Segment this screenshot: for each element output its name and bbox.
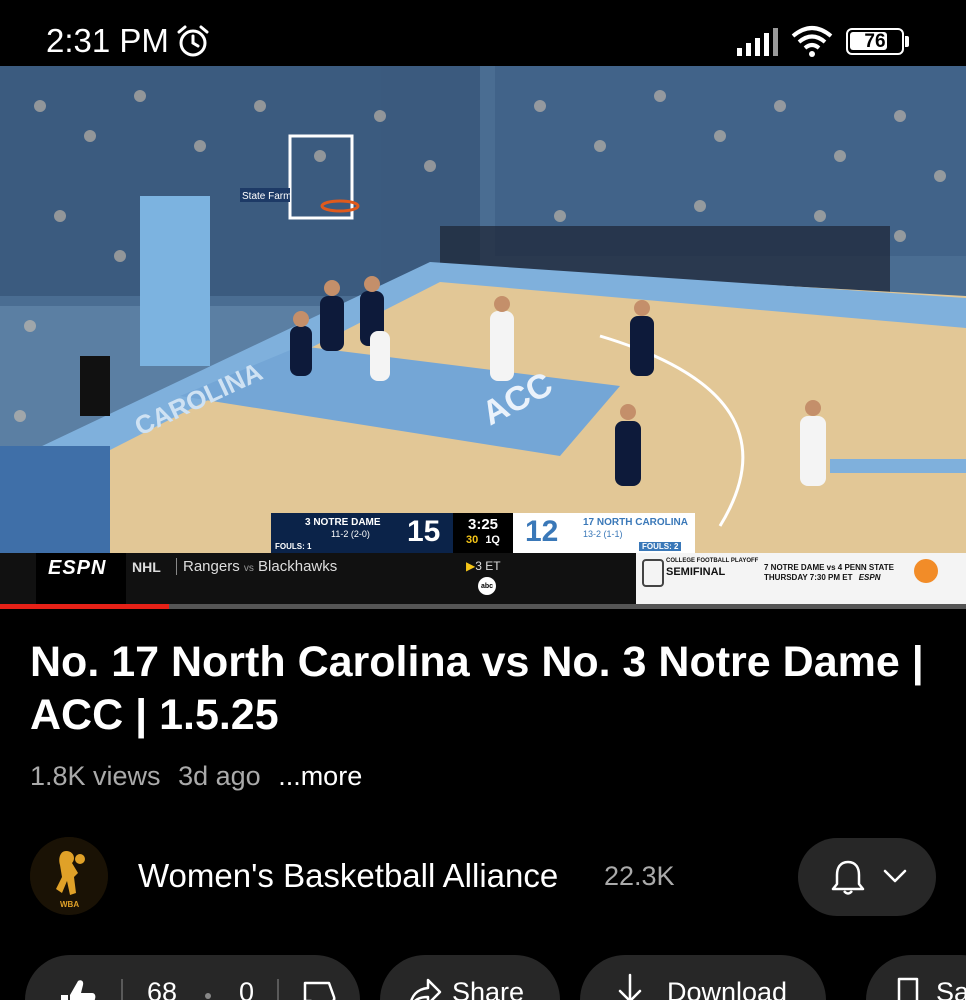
share-label: Share (452, 977, 525, 1000)
avatar-text: WBA (60, 900, 79, 909)
promo-time: THURSDAY 7:30 PM ET ESPN (764, 573, 881, 582)
game-clock: 3:25 (467, 516, 499, 533)
ticker-team1: Rangers (183, 558, 240, 575)
bowl-logo (914, 559, 938, 583)
wifi-icon (791, 26, 833, 57)
like-dislike-group: 68 0 (25, 955, 360, 1000)
ticker: ESPN NHL Rangers vs Blackhawks ▶3 ET abc… (0, 553, 966, 604)
ticker-status: ▶3 ET (466, 559, 501, 573)
video-player[interactable]: CAROLINA ACC State Farm 3 NOTRE DAME 11-… (0, 66, 966, 608)
basketball-player-icon: WBA (30, 837, 108, 915)
progress-fill (0, 604, 170, 609)
bell-icon (831, 860, 865, 895)
save-button[interactable]: Sa (866, 955, 966, 1000)
save-label: Sa (936, 977, 966, 1000)
alarm-icon (177, 25, 209, 57)
subscriber-count: 22.3K (604, 861, 675, 891)
scorebug-team1: 3 NOTRE DAME 11-2 (2-0) FOULS: 1 15 (271, 513, 453, 553)
team2-score: 12 (525, 515, 559, 548)
ticker-league: NHL (132, 559, 161, 575)
dislike-count[interactable]: 0 (239, 977, 254, 1000)
dot-separator (205, 993, 211, 999)
like-count[interactable]: 68 (147, 977, 177, 1000)
battery-level: 76 (864, 30, 886, 52)
status-time: 2:31 PM (46, 22, 169, 59)
channel-avatar[interactable]: WBA (30, 837, 108, 915)
battery-icon: 76 (846, 28, 904, 55)
progress-bar[interactable] (0, 604, 966, 609)
like-divider (121, 979, 123, 1000)
ticker-vs: vs (243, 563, 254, 574)
espn-logo: ESPN (36, 553, 126, 604)
team1-name: 3 NOTRE DAME (305, 517, 381, 528)
thumbs-down-icon[interactable] (303, 979, 337, 1000)
battery-nub (905, 36, 909, 47)
download-button[interactable]: Download (580, 955, 826, 1000)
upload-age: 3d ago (178, 761, 261, 791)
ticker-game: Rangers vs Blackhawks (176, 558, 337, 575)
thumbs-up-icon[interactable] (59, 977, 97, 1000)
shot-clock: 30 (466, 534, 479, 546)
promo-game: 7 NOTRE DAME vs 4 PENN STATE (764, 563, 894, 572)
team2-name: 17 NORTH CAROLINA (583, 517, 689, 528)
abc-logo: abc (478, 577, 496, 595)
save-icon (897, 977, 919, 1000)
view-count: 1.8K views (30, 761, 161, 791)
chevron-down-icon (883, 869, 907, 883)
scorebug-clock: 3:25 30 1Q (453, 513, 513, 553)
ticker-promo: COLLEGE FOOTBALL PLAYOFF SEMIFINAL 7 NOT… (636, 553, 966, 604)
team1-fouls: FOULS: 1 (275, 542, 312, 551)
video-title: No. 17 North Carolina vs No. 3 Notre Dam… (30, 638, 924, 739)
cfp-logo (642, 559, 664, 587)
status-bar: 2:31 PM 76 (0, 0, 966, 66)
download-label: Download (667, 977, 788, 1000)
promo-main: SEMIFINAL (666, 566, 726, 578)
video-meta: 1.8K views 3d ago ...more (30, 761, 372, 792)
scorebug: 3 NOTRE DAME 11-2 (2-0) FOULS: 1 15 3:25… (271, 513, 695, 553)
subscribed-notification-button[interactable] (798, 838, 936, 916)
download-icon (618, 973, 642, 1000)
dislike-divider (277, 979, 279, 1000)
promo-top: COLLEGE FOOTBALL PLAYOFF (666, 558, 759, 564)
team1-record: 11-2 (2-0) (331, 529, 370, 539)
scorebug-team2: 12 17 NORTH CAROLINA 13-2 (1-1) FOULS: 2 (513, 513, 695, 553)
team1-score: 15 (407, 515, 441, 548)
share-icon (410, 978, 442, 1000)
channel-name[interactable]: Women's Basketball Alliance (138, 857, 558, 895)
sponsor-text: State Farm (242, 191, 291, 202)
period: 1Q (485, 534, 500, 546)
share-button[interactable]: Share (380, 955, 560, 1000)
team2-fouls: FOULS: 2 (639, 542, 682, 551)
more-link[interactable]: ...more (278, 761, 362, 791)
signal-icon (737, 28, 778, 56)
ticker-team2: Blackhawks (258, 558, 338, 575)
team2-record: 13-2 (1-1) (583, 529, 623, 539)
